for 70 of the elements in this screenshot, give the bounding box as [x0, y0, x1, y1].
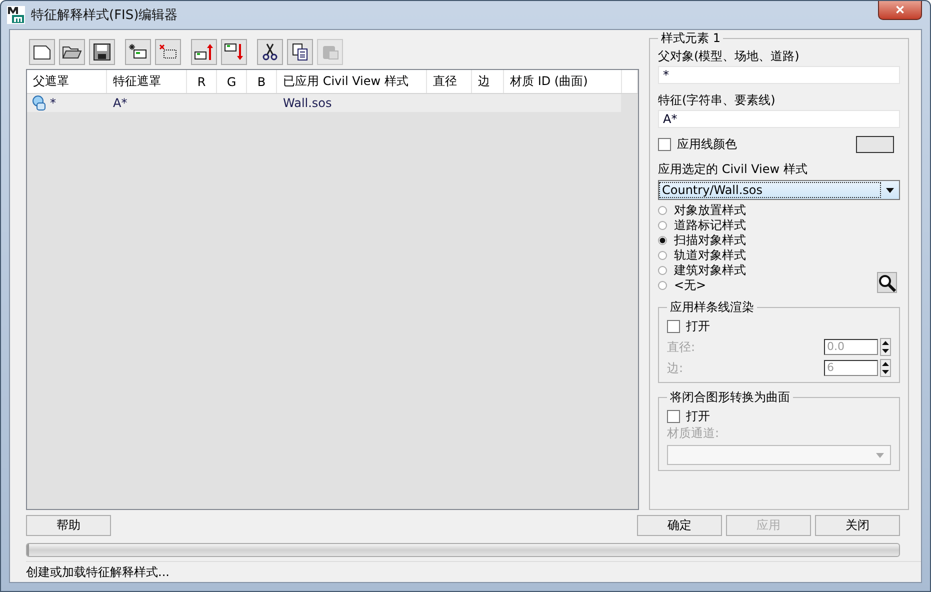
move-down-icon: [224, 43, 244, 61]
checkbox-label: 打开: [686, 408, 710, 425]
table-row[interactable]: * A* Wall.sos: [27, 94, 621, 112]
save-button[interactable]: [89, 39, 115, 65]
color-swatch[interactable]: [856, 136, 894, 153]
field-label: 边:: [667, 360, 684, 376]
new-button[interactable]: [29, 39, 55, 65]
radio-button[interactable]: [658, 236, 667, 245]
column-header[interactable]: R: [187, 70, 217, 93]
parent-field[interactable]: *: [658, 66, 900, 84]
dialog-button[interactable]: 帮助: [26, 515, 111, 536]
field-label: 材质通道:: [667, 425, 720, 442]
window-title: 特征解释样式(FIS)编辑器: [31, 7, 178, 24]
status-text: 创建或加载特征解释样式...: [26, 564, 170, 580]
radio-button[interactable]: [658, 251, 667, 260]
radio-label: 扫描对象样式: [674, 232, 746, 249]
radio-label: <无>: [674, 277, 706, 294]
column-header[interactable]: 边: [472, 70, 504, 93]
checkbox-label: 打开: [686, 318, 710, 335]
delete-row-icon: [158, 43, 178, 61]
move-up-icon: [194, 43, 214, 61]
down-button[interactable]: [221, 39, 247, 65]
table-cell-text: A*: [112, 96, 128, 110]
scissors-icon: [260, 43, 280, 61]
column-header[interactable]: 直径: [427, 70, 472, 93]
radio-button[interactable]: [658, 266, 667, 275]
add-button[interactable]: [125, 39, 151, 65]
radio-button[interactable]: [658, 206, 667, 215]
dialog-button[interactable]: 关闭: [815, 515, 900, 536]
style-dropdown[interactable]: Country/Wall.sos: [658, 180, 900, 200]
open-button[interactable]: [59, 39, 85, 65]
search-button[interactable]: [877, 272, 897, 293]
copy-button[interactable]: [287, 39, 313, 65]
column-header[interactable]: 特征遮罩: [107, 70, 187, 93]
radio-label: 对象放置样式: [674, 202, 746, 219]
checkbox[interactable]: [658, 138, 671, 151]
group-title: 应用样条线渲染: [669, 299, 755, 316]
document-icon: [32, 43, 52, 61]
field-label: 应用选定的 Civil View 样式: [658, 161, 808, 178]
table-cell-text: Wall.sos: [282, 96, 333, 110]
radio-button[interactable]: [658, 281, 667, 290]
column-header[interactable]: G: [217, 70, 247, 93]
column-header[interactable]: B: [247, 70, 277, 93]
feature-field[interactable]: A*: [658, 110, 900, 128]
group-title: 将闭合图形转换为曲面: [669, 389, 791, 406]
clipboard-icon: [320, 43, 340, 61]
spin-arrows-icon[interactable]: [880, 359, 891, 377]
field-label: 直径:: [667, 338, 696, 356]
table-cell: *: [50, 96, 56, 110]
delete-button[interactable]: [155, 39, 181, 65]
column-header[interactable]: 材质 ID (曲面): [504, 70, 622, 93]
dropdown-arrow-icon: [876, 452, 884, 458]
radio-label: 建筑对象样式: [674, 262, 746, 279]
up-button[interactable]: [191, 39, 217, 65]
field-label: 父对象(模型、场地、道路): [658, 48, 800, 65]
field-label: 特征(字符串、要素线): [658, 92, 776, 109]
copy-icon: [290, 43, 310, 61]
group-title: 样式元素 1: [660, 30, 722, 47]
cut-button[interactable]: [257, 39, 283, 65]
dialog-button[interactable]: 确定: [637, 515, 722, 536]
column-header[interactable]: 父遮罩: [27, 70, 107, 93]
column-header[interactable]: 已应用 Civil View 样式: [277, 70, 427, 93]
add-row-icon: [128, 43, 148, 61]
radio-button[interactable]: [658, 221, 667, 230]
radio-label: 道路标记样式: [674, 217, 746, 234]
spin-arrows-icon[interactable]: [880, 338, 891, 356]
checkbox-label: 应用线颜色: [677, 136, 737, 153]
app-logo-icon: [7, 6, 25, 24]
dropdown-arrow-icon: [886, 188, 894, 192]
radio-label: 轨道对象样式: [674, 247, 746, 264]
